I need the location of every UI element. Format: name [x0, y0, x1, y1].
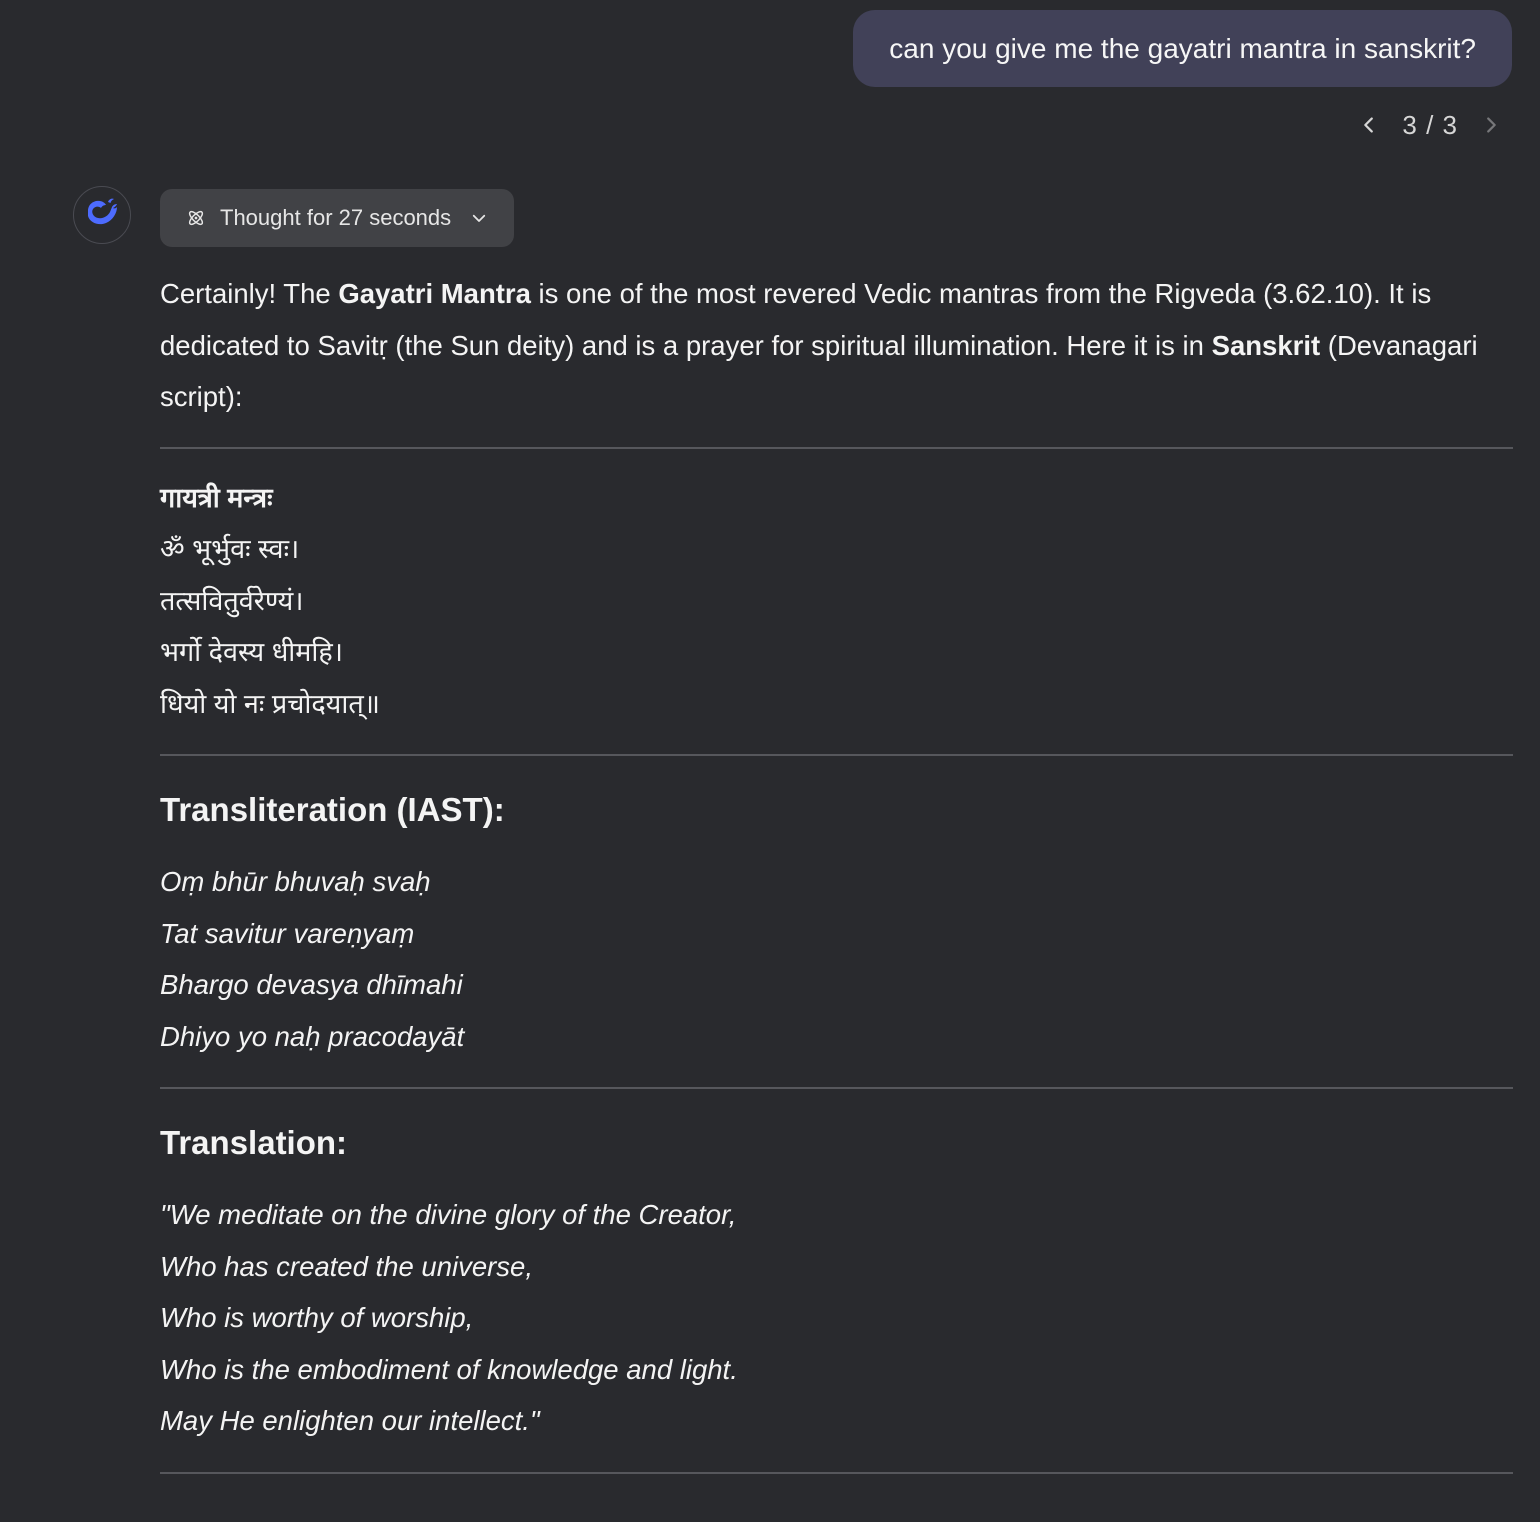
user-message-bubble: can you give me the gayatri mantra in sa… [853, 10, 1512, 87]
chat-view: can you give me the gayatri mantra in sa… [0, 0, 1540, 1522]
intro-text-1: Certainly! The [160, 278, 339, 309]
chevron-right-icon[interactable] [1478, 112, 1504, 138]
chevron-down-icon [470, 209, 488, 227]
assistant-avatar [73, 186, 131, 244]
intro-bold-sanskrit: Sanskrit [1211, 329, 1321, 361]
atom-icon [186, 208, 206, 228]
translation-heading: Translation: [160, 1124, 348, 1161]
translation-line: Who is the embodiment of knowledge and l… [160, 1353, 738, 1385]
thought-label: Thought for 27 seconds [220, 205, 452, 230]
response-pager: 3 / 3 [1356, 104, 1504, 146]
user-message-text: can you give me the gayatri mantra in sa… [889, 32, 1476, 64]
sanskrit-line: धियो यो नः प्रचोदयात्॥ [160, 688, 380, 719]
translation-line: Who has created the universe, [160, 1250, 533, 1282]
divider [160, 1471, 1513, 1474]
transliteration-line: Dhiyo yo naḥ pracodayāt [160, 1020, 465, 1052]
thought-toggle-button[interactable]: Thought for 27 seconds [160, 189, 514, 247]
translation-line: Who is worthy of worship, [160, 1302, 474, 1333]
sanskrit-line: भर्गो देवस्य धीमहि। [160, 637, 343, 667]
transliteration-line: Bhargo devasya dhīmahi [160, 969, 463, 1000]
sanskrit-line: ॐ भूर्भुवः स्वः। [160, 534, 300, 564]
sanskrit-title: गायत्री मन्त्रः [160, 482, 273, 513]
intro-paragraph: Certainly! The Gayatri Mantra is one of … [160, 268, 1513, 423]
translation-block: "We meditate on the divine glory of the … [160, 1189, 1513, 1447]
response-counter: 3 / 3 [1402, 109, 1458, 140]
divider [160, 754, 1513, 756]
divider [160, 1087, 1513, 1089]
transliteration-line: Oṃ bhūr bhuvaḥ svaḥ [160, 866, 431, 897]
translation-line: May He enlighten our intellect." [160, 1405, 540, 1436]
transliteration-heading: Transliteration (IAST): [160, 791, 505, 828]
transliteration-block: Oṃ bhūr bhuvaḥ svaḥ Tat savitur vareṇyaṃ… [160, 856, 1513, 1062]
translation-line: "We meditate on the divine glory of the … [160, 1199, 737, 1230]
divider [160, 446, 1513, 449]
deepseek-whale-logo-icon [82, 193, 122, 238]
transliteration-line: Tat savitur vareṇyaṃ [160, 917, 415, 949]
assistant-message: Certainly! The Gayatri Mantra is one of … [160, 268, 1513, 1474]
intro-bold-mantra: Gayatri Mantra [338, 278, 531, 309]
sanskrit-line: तत्सवितुर्वरेण्यं। [160, 585, 304, 616]
chevron-left-icon[interactable] [1356, 112, 1382, 138]
